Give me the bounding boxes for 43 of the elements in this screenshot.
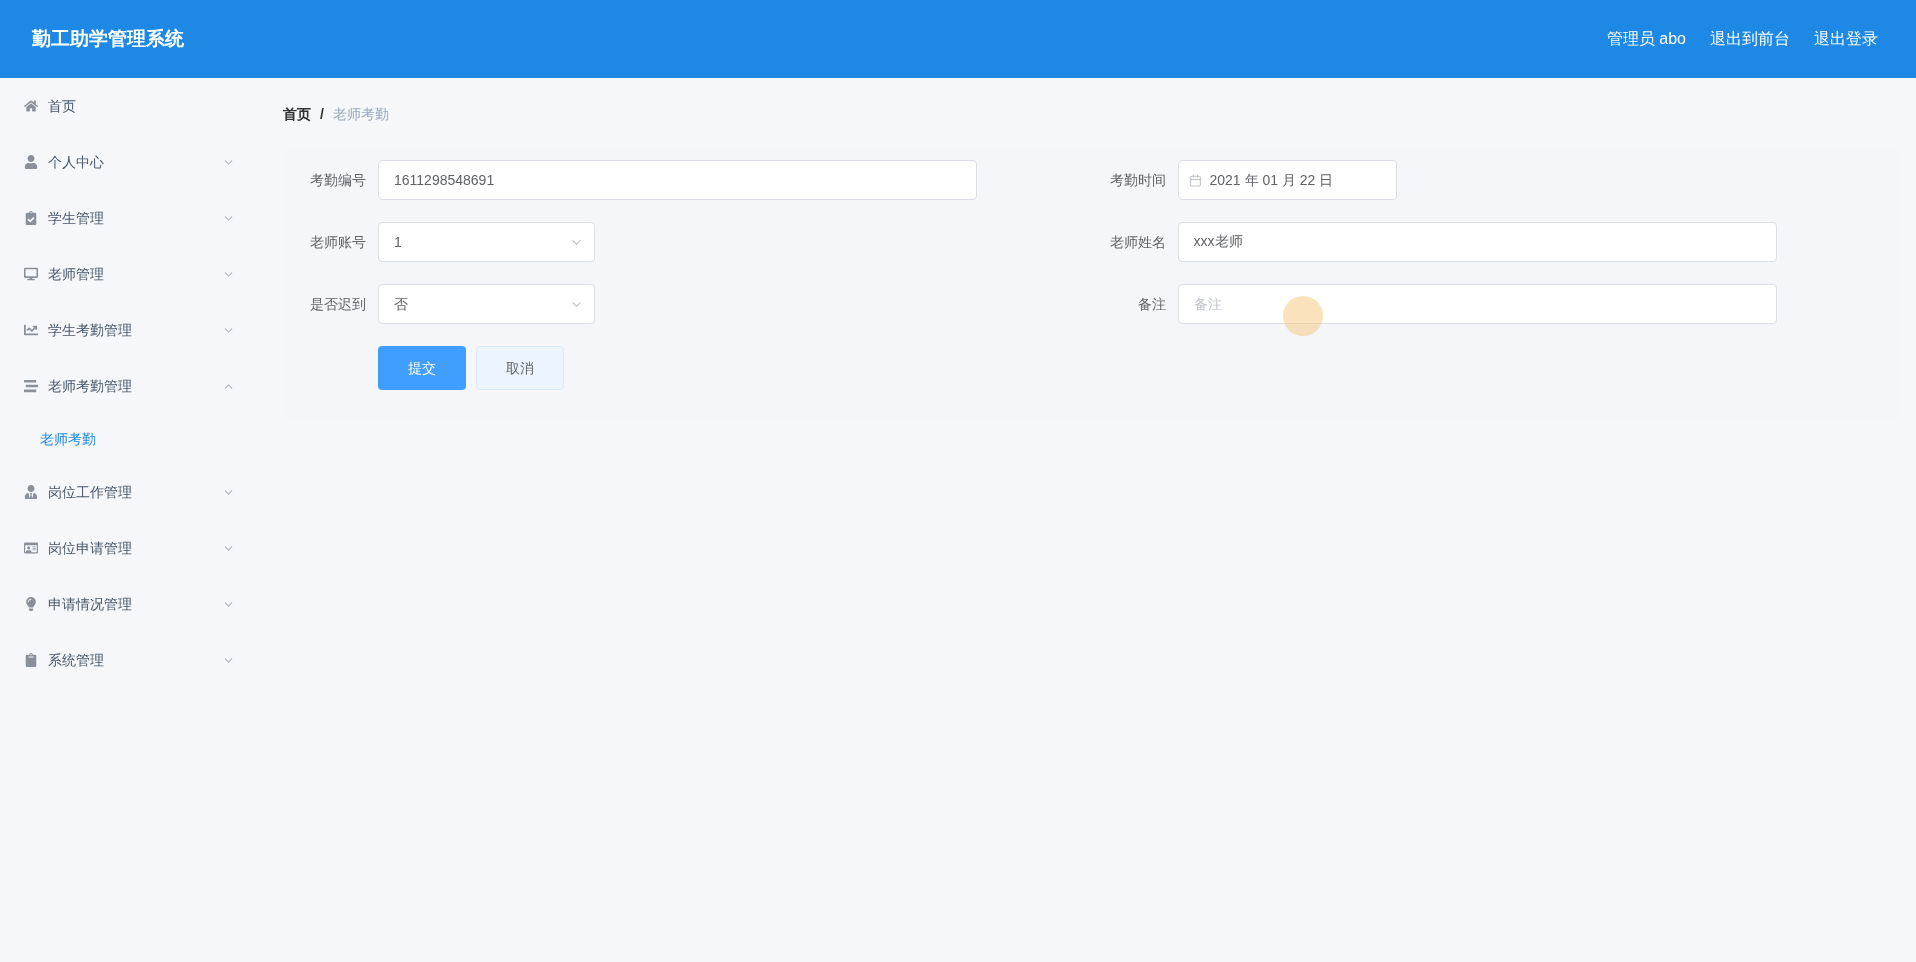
card-icon: [24, 541, 38, 555]
cancel-button[interactable]: 取消: [476, 346, 564, 390]
sidebar-item[interactable]: 个人中心: [0, 134, 255, 190]
header-link[interactable]: 退出登录: [1814, 27, 1878, 51]
select-field[interactable]: 否: [378, 284, 595, 324]
field-label: 老师账号: [309, 232, 367, 252]
sidebar-item[interactable]: 老师考勤管理: [0, 358, 255, 414]
app-title: 勤工助学管理系统: [32, 26, 184, 51]
date-field[interactable]: 2021 年 01 月 22 日: [1177, 160, 1397, 200]
sidebar-item[interactable]: 老师管理: [0, 246, 255, 302]
calendar-icon: [1188, 173, 1202, 187]
header-link[interactable]: 管理员 abo: [1606, 27, 1686, 51]
house-icon: [24, 99, 38, 113]
breadcrumb-separator: /: [320, 104, 324, 124]
sidebar-item[interactable]: 首页: [0, 78, 255, 134]
cursor-highlight: [1283, 296, 1323, 336]
person-icon: [24, 485, 38, 499]
field-label: 是否迟到: [309, 294, 367, 314]
input-field[interactable]: 1611298548691: [378, 160, 977, 200]
clipboard-check-icon: [24, 211, 38, 225]
field-label: 考勤编号: [309, 170, 367, 190]
sidebar-item[interactable]: 学生考勤管理: [0, 302, 255, 358]
breadcrumb-item[interactable]: 首页: [283, 103, 311, 125]
input-field[interactable]: 备注: [1177, 284, 1777, 324]
user-icon: [24, 155, 38, 169]
header-link[interactable]: 退出到前台: [1710, 27, 1790, 51]
input-field[interactable]: xxx老师: [1177, 222, 1777, 262]
sidebar-item[interactable]: 申请情况管理: [0, 576, 255, 632]
sidebar-item[interactable]: 系统管理: [0, 632, 255, 688]
sidebar-item[interactable]: 学生管理: [0, 190, 255, 246]
clipboard-icon: [24, 653, 38, 667]
monitor-icon: [24, 267, 38, 281]
field-label: 备注: [1136, 294, 1167, 314]
breadcrumb-item: 老师考勤: [332, 104, 389, 124]
sidebar-item[interactable]: 岗位工作管理: [0, 464, 255, 520]
chart-icon: [24, 323, 38, 337]
submenu-item[interactable]: 老师考勤: [0, 414, 255, 464]
field-label: 考勤时间: [1108, 170, 1167, 190]
select-field[interactable]: 1: [378, 222, 595, 262]
list-icon: [24, 379, 38, 393]
field-label: 老师姓名: [1108, 232, 1167, 252]
bulb-icon: [24, 597, 38, 611]
sidebar-item[interactable]: 岗位申请管理: [0, 520, 255, 576]
